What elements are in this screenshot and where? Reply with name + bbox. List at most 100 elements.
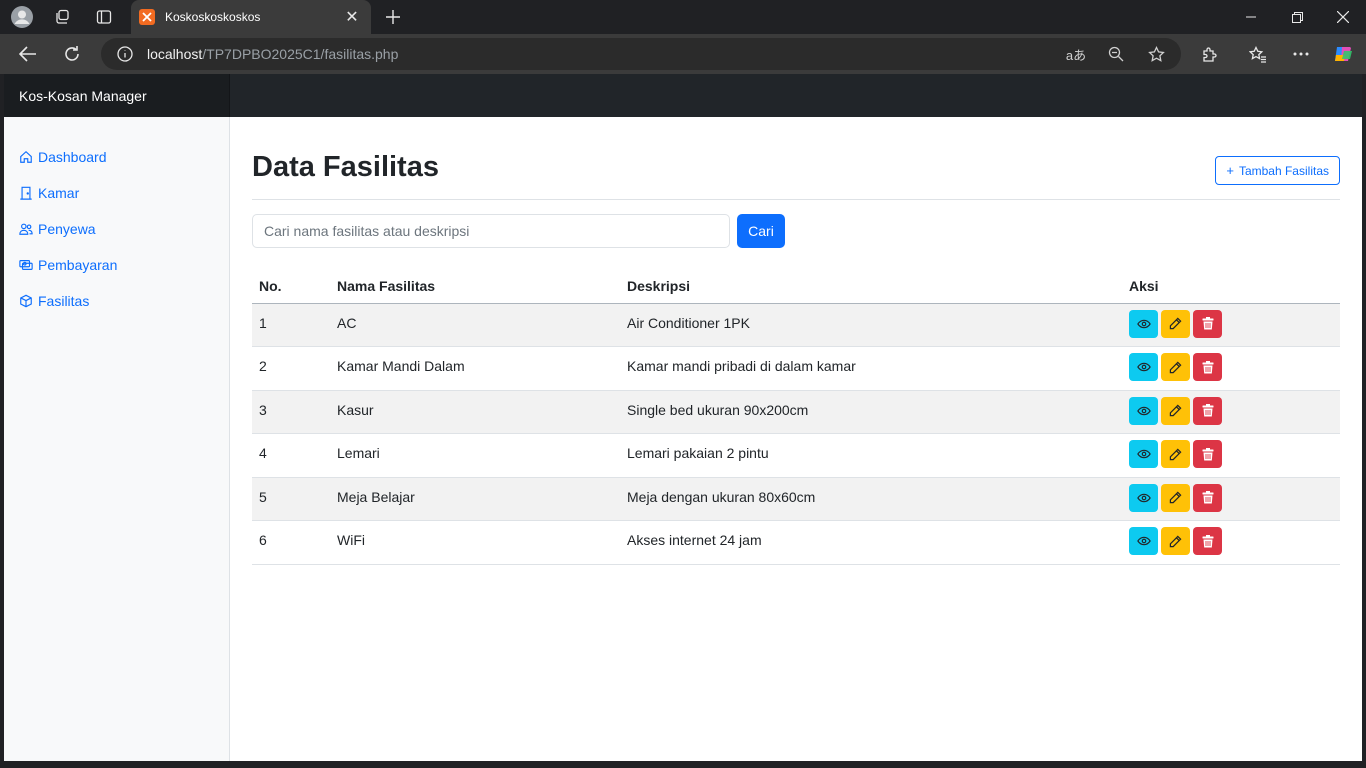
favorites-icon[interactable] [1246, 42, 1270, 66]
view-button[interactable] [1129, 396, 1158, 425]
sidebar-item-label: Pembayaran [38, 257, 118, 273]
page-header: Data Fasilitas + Tambah Fasilitas [252, 117, 1340, 200]
pencil-icon [1169, 317, 1182, 330]
site-info-icon[interactable] [117, 46, 133, 62]
eye-icon [1136, 493, 1151, 502]
trash-icon [1202, 534, 1213, 547]
app-brand[interactable]: Kos-Kosan Manager [4, 74, 230, 117]
edit-button[interactable] [1161, 527, 1190, 555]
home-icon [20, 150, 32, 163]
search-input[interactable] [252, 214, 730, 248]
column-header-aksi: Aksi [1122, 270, 1340, 304]
cell-nama: AC [330, 303, 620, 347]
cell-no: 3 [252, 390, 330, 434]
refresh-icon[interactable] [59, 42, 85, 66]
url-path: /TP7DPBO2025C1/fasilitas.php [202, 46, 399, 62]
tab-title: Koskoskoskoskos [165, 10, 261, 24]
pencil-icon [1169, 404, 1182, 417]
sidebar-item-penyewa[interactable]: Penyewa [4, 211, 229, 247]
cell-nama: Kamar Mandi Dalam [330, 346, 620, 391]
back-icon[interactable] [15, 42, 41, 66]
new-tab-icon[interactable] [381, 5, 405, 29]
xampp-favicon-icon [139, 9, 155, 25]
restore-icon[interactable] [1274, 0, 1320, 34]
zoom-out-icon[interactable] [1104, 42, 1128, 66]
delete-button[interactable] [1193, 309, 1222, 338]
url-bar[interactable]: localhost/TP7DPBO2025C1/fasilitas.php [101, 38, 1181, 70]
pencil-icon [1169, 361, 1182, 373]
trash-icon [1202, 317, 1213, 330]
tab-close-icon[interactable]: ✕ [343, 7, 361, 27]
cell-aksi [1122, 520, 1340, 565]
edit-button[interactable] [1161, 483, 1190, 512]
eye-icon [1136, 319, 1151, 328]
delete-button[interactable] [1193, 440, 1222, 468]
page-title: Data Fasilitas [252, 151, 439, 183]
edit-button[interactable] [1161, 353, 1190, 381]
eye-icon [1136, 449, 1151, 459]
edit-button[interactable] [1161, 396, 1190, 425]
sidebar-item-label: Fasilitas [38, 293, 90, 309]
trash-icon [1202, 404, 1213, 417]
add-fasilitas-label: Tambah Fasilitas [1238, 163, 1329, 178]
search-button[interactable]: Cari [737, 214, 785, 248]
view-button[interactable] [1129, 527, 1158, 555]
cell-aksi [1122, 433, 1340, 478]
tab-actions-icon[interactable] [92, 5, 116, 29]
add-fasilitas-button[interactable]: + Tambah Fasilitas [1215, 156, 1340, 185]
table-row: 1 AC Air Conditioner 1PK [252, 303, 1340, 347]
column-header-nama: Nama Fasilitas [330, 270, 620, 304]
delete-button[interactable] [1193, 396, 1222, 425]
sidebar-item-kamar[interactable]: Kamar [4, 175, 229, 211]
sidebar-item-label: Penyewa [38, 221, 96, 237]
browser-titlebar: Koskoskoskoskos ✕ [0, 0, 1366, 34]
view-button[interactable] [1129, 483, 1158, 512]
favorite-star-icon[interactable] [1144, 42, 1168, 66]
edit-button[interactable] [1161, 440, 1190, 468]
cell-nama: Kasur [330, 390, 620, 434]
workspaces-icon[interactable] [50, 5, 74, 29]
door-icon [20, 186, 32, 200]
minimize-icon[interactable] [1228, 0, 1274, 34]
trash-icon [1202, 447, 1213, 460]
people-icon [19, 223, 33, 235]
copilot-icon[interactable] [1331, 42, 1355, 66]
delete-button[interactable] [1193, 483, 1222, 512]
main-content: Data Fasilitas + Tambah Fasilitas Cari N… [252, 117, 1340, 565]
cell-deskripsi: Lemari pakaian 2 pintu [620, 433, 1122, 478]
close-window-icon[interactable] [1320, 0, 1366, 34]
box-icon [20, 294, 32, 308]
sidebar-item-fasilitas[interactable]: Fasilitas [4, 283, 229, 319]
browser-tab-active[interactable]: Koskoskoskoskos ✕ [131, 0, 371, 34]
search-form: Cari [252, 200, 1340, 270]
column-header-deskripsi: Deskripsi [620, 270, 1122, 304]
url-host: localhost [147, 46, 203, 62]
cash-icon [19, 260, 33, 270]
window-bottom-edge [0, 761, 1366, 768]
trash-icon [1202, 360, 1213, 373]
plus-icon: + [1226, 163, 1234, 178]
translate-icon[interactable]: aあ [1064, 42, 1088, 66]
cell-aksi [1122, 477, 1340, 521]
fasilitas-table: No. Nama Fasilitas Deskripsi Aksi 1 AC A… [252, 270, 1340, 565]
sidebar-item-pembayaran[interactable]: Pembayaran [4, 247, 229, 283]
top-navbar: Kos-Kosan Manager [4, 74, 1362, 117]
trash-icon [1202, 491, 1213, 504]
cell-nama: Meja Belajar [330, 477, 620, 521]
table-body: 1 AC Air Conditioner 1PK 2 Kamar Mandi D… [252, 303, 1340, 565]
view-button[interactable] [1129, 353, 1158, 381]
edit-button[interactable] [1161, 309, 1190, 338]
view-button[interactable] [1129, 440, 1158, 468]
delete-button[interactable] [1193, 353, 1222, 381]
cell-no: 2 [252, 346, 330, 391]
profile-avatar-icon[interactable] [10, 5, 34, 29]
delete-button[interactable] [1193, 527, 1222, 555]
view-button[interactable] [1129, 309, 1158, 338]
sidebar-item-dashboard[interactable]: Dashboard [4, 139, 229, 175]
cell-aksi [1122, 303, 1340, 347]
more-menu-icon[interactable] [1289, 42, 1313, 66]
pencil-icon [1169, 448, 1182, 460]
extensions-icon[interactable] [1197, 42, 1221, 66]
pencil-icon [1169, 535, 1182, 547]
eye-icon [1136, 406, 1151, 415]
